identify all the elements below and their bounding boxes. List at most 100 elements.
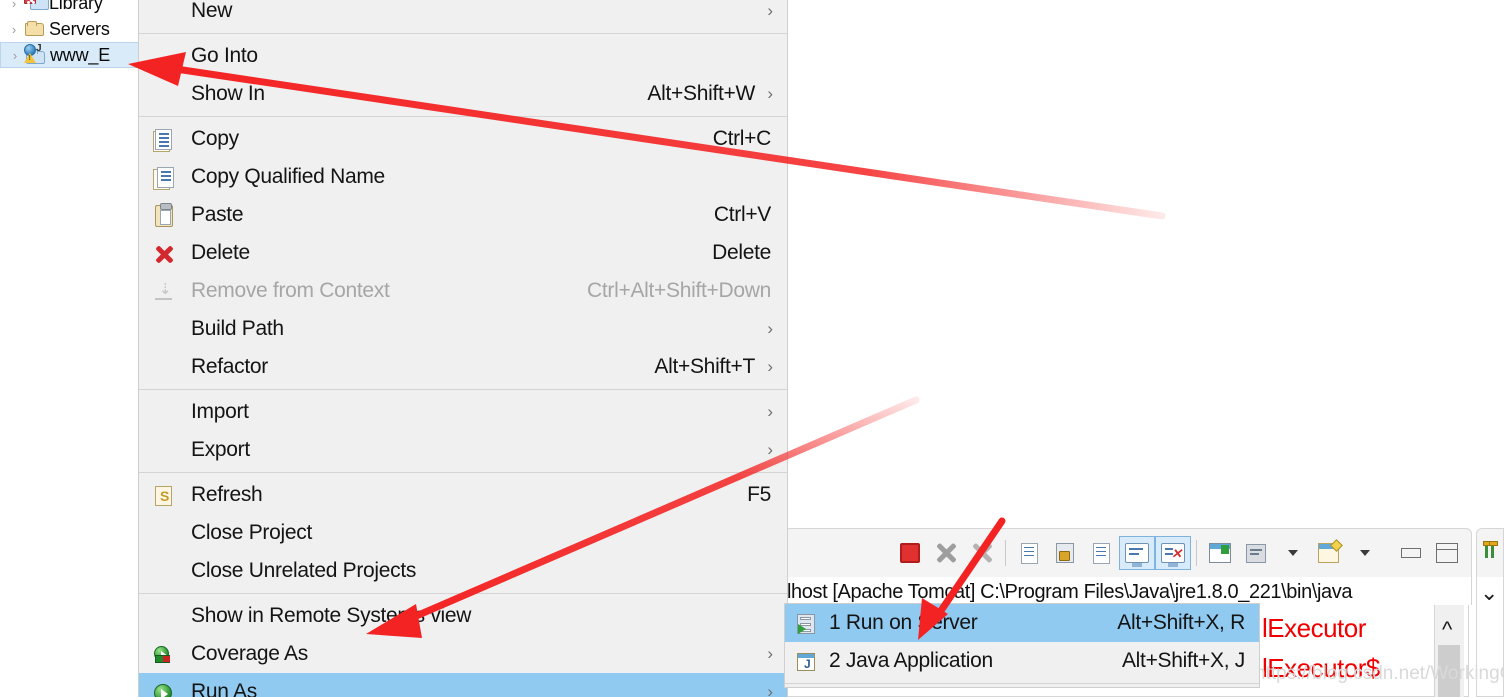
tree-item-library[interactable]: › Library (0, 0, 140, 16)
submenu-item-2-java-application[interactable]: J 2 Java Application Alt+Shift+X, J (785, 642, 1259, 680)
menu-item-accelerator: F5 (747, 483, 771, 506)
menu-item-icon-slot (139, 348, 191, 386)
servers-view-icon (1483, 541, 1499, 559)
console-error-line-1: lExecutor (1262, 613, 1366, 643)
menu-item-paste[interactable]: Paste Ctrl+V (139, 196, 787, 234)
run-on-server-icon (795, 613, 817, 635)
menu-item-label: Run As (191, 680, 257, 697)
menu-item-show-in-remote-systems-view[interactable]: Show in Remote Systems view (139, 597, 787, 635)
toolbar-divider (1387, 540, 1388, 566)
menu-item-go-into[interactable]: Go Into (139, 37, 787, 75)
terminate-button[interactable] (892, 536, 928, 570)
menu-item-label: Show in Remote Systems view (191, 604, 472, 627)
menu-item-icon-slot (139, 75, 191, 113)
submenu-item-icon-slot (785, 604, 829, 642)
java-application-icon: J (795, 651, 817, 673)
menu-item-label: Export (191, 438, 250, 461)
menu-item-icon-slot (139, 158, 191, 196)
display-console-dropdown[interactable] (1274, 536, 1310, 570)
copy-qualified-name-icon (153, 167, 175, 190)
menu-item-accelerator: Ctrl+C (712, 127, 772, 150)
tree-item-www-e[interactable]: › J www_E (0, 42, 140, 68)
pin-console-button[interactable] (1202, 536, 1238, 570)
menu-item-label: Refresh (191, 483, 263, 506)
show-console-on-error-button[interactable]: ✕ (1155, 536, 1191, 570)
menu-item-label: Close Project (191, 521, 312, 544)
console-toolbar-area: ✕ (784, 528, 1472, 578)
submenu-item-1-run-on-server[interactable]: 1 Run on Server Alt+Shift+X, R (785, 604, 1259, 642)
delete-icon (153, 243, 175, 265)
menu-item-new[interactable]: New › (139, 0, 787, 30)
minimize-button[interactable] (1393, 536, 1429, 570)
chevron-right-icon: › (767, 1, 773, 20)
chevron-right-icon[interactable]: › (6, 21, 22, 37)
chevron-right-icon: › (767, 402, 773, 421)
project-explorer-tree: › Library › Servers › J www_E (0, 0, 140, 80)
tree-item-label: Library (49, 0, 103, 13)
menu-separator (139, 116, 787, 117)
remove-from-context-icon (153, 280, 175, 303)
menu-item-close-project[interactable]: Close Project (139, 514, 787, 552)
toolbar-divider (1196, 540, 1197, 566)
menu-item-delete[interactable]: Delete Delete (139, 234, 787, 272)
menu-item-label: Paste (191, 203, 244, 226)
chevron-right-icon: › (767, 682, 773, 697)
remove-all-launches-button[interactable] (964, 536, 1000, 570)
menu-item-copy[interactable]: Copy Ctrl+C (139, 120, 787, 158)
eclipse-ide-screenshot: › Library › Servers › J www_E (0, 0, 1504, 697)
menu-item-export[interactable]: Export › (139, 431, 787, 469)
run-as-submenu: 1 Run on Server Alt+Shift+X, R J 2 Java App… (784, 603, 1260, 688)
menu-item-icon-slot (139, 552, 191, 590)
menu-item-refresh[interactable]: Refresh F5 (139, 476, 787, 514)
menu-separator (139, 33, 787, 34)
menu-item-accelerator: Ctrl+V (713, 203, 771, 226)
menu-item-accelerator: Ctrl+Alt+Shift+Down (587, 279, 771, 302)
menu-item-refactor[interactable]: Refactor Alt+Shift+T › (139, 348, 787, 386)
submenu-item-icon-slot: J (785, 642, 829, 680)
menu-item-remove-from-context: Remove from Context Ctrl+Alt+Shift+Down (139, 272, 787, 310)
menu-item-copy-qualified-name[interactable]: Copy Qualified Name (139, 158, 787, 196)
chevron-down-icon[interactable]: ⌄ (1480, 580, 1498, 606)
menu-item-accelerator: Delete (712, 241, 771, 264)
tree-item-servers[interactable]: › Servers (0, 16, 140, 42)
scroll-lock-button[interactable] (1047, 536, 1083, 570)
menu-item-label: Coverage As (191, 642, 308, 665)
menu-separator (139, 472, 787, 473)
tree-item-label: www_E (50, 44, 111, 65)
toolbar-divider (1005, 540, 1006, 566)
menu-item-label: Remove from Context (191, 279, 390, 302)
menu-item-close-unrelated-projects[interactable]: Close Unrelated Projects (139, 552, 787, 590)
menu-item-run-as[interactable]: Run As › (139, 673, 787, 697)
scroll-up-icon[interactable]: ^ (1442, 617, 1452, 643)
outline-view-tab[interactable] (1476, 528, 1504, 578)
menu-item-icon-slot (139, 514, 191, 552)
show-console-on-output-button[interactable] (1119, 536, 1155, 570)
coverage-as-icon (153, 644, 175, 666)
maximize-button[interactable] (1429, 536, 1465, 570)
chevron-right-icon[interactable]: › (7, 47, 23, 63)
menu-item-build-path[interactable]: Build Path › (139, 310, 787, 348)
menu-item-icon-slot (139, 393, 191, 431)
menu-item-label: Refactor (191, 355, 268, 378)
menu-item-icon-slot (139, 310, 191, 348)
menu-item-icon-slot (139, 272, 191, 310)
word-wrap-button[interactable] (1083, 536, 1119, 570)
menu-item-label: Copy Qualified Name (191, 165, 385, 188)
menu-item-label: Delete (191, 241, 250, 264)
chevron-right-icon: › (767, 644, 773, 663)
open-console-button[interactable] (1310, 536, 1346, 570)
open-console-dropdown[interactable] (1346, 536, 1382, 570)
menu-item-label: Copy (191, 127, 239, 150)
red-library-icon (22, 0, 49, 13)
menu-item-accelerator: Alt+Shift+T (654, 355, 755, 378)
menu-item-coverage-as[interactable]: Coverage As › (139, 635, 787, 673)
menu-item-show-in[interactable]: Show In Alt+Shift+W › (139, 75, 787, 113)
clear-console-button[interactable] (1011, 536, 1047, 570)
submenu-item-accelerator: Alt+Shift+X, R (1117, 611, 1245, 634)
remove-launch-button[interactable] (928, 536, 964, 570)
menu-item-label: Show In (191, 82, 265, 105)
chevron-right-icon[interactable]: › (6, 0, 22, 11)
display-selected-console-button[interactable] (1238, 536, 1274, 570)
menu-item-label: Go Into (191, 44, 258, 67)
menu-item-import[interactable]: Import › (139, 393, 787, 431)
